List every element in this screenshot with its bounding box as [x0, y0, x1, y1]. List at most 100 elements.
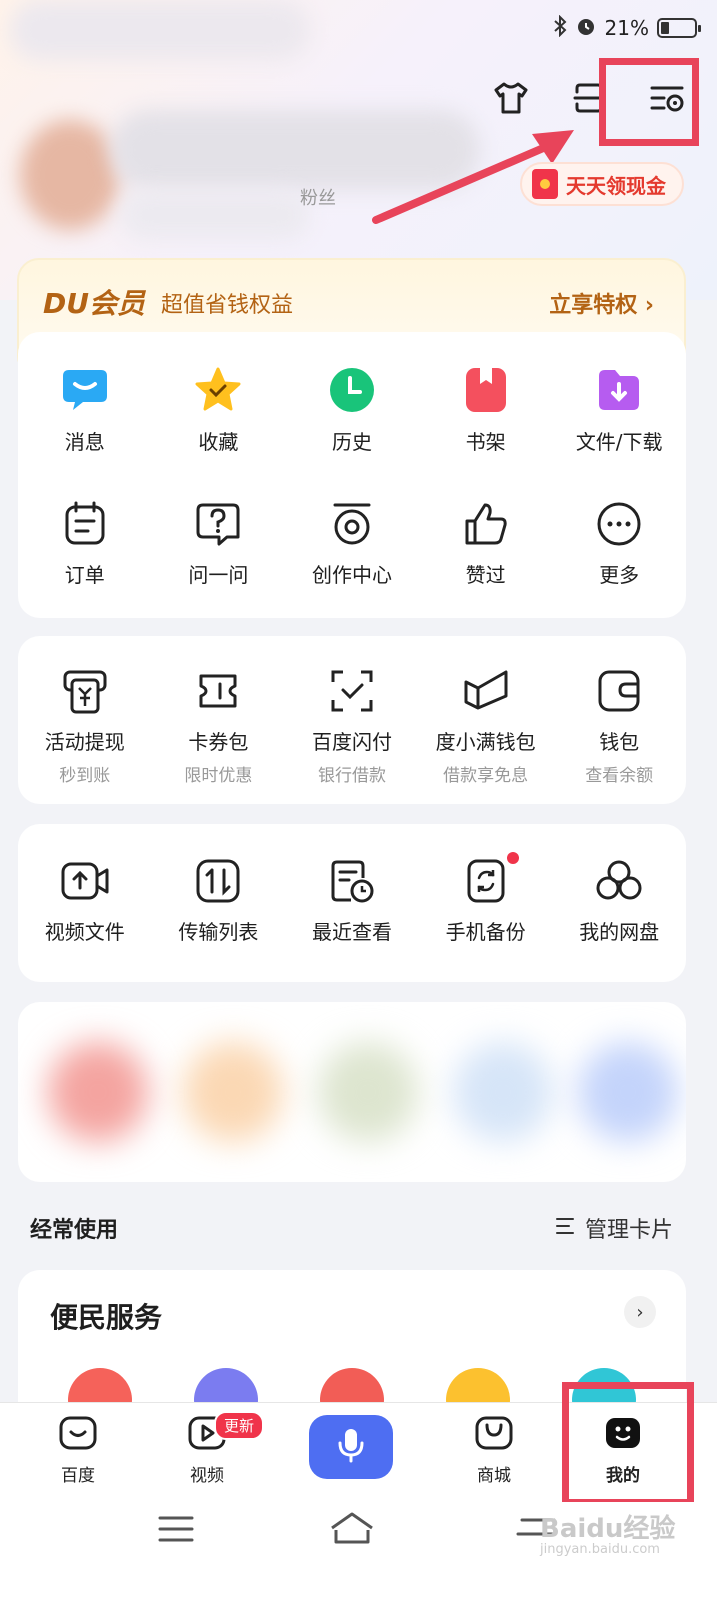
netdisk-label: 视频文件: [44, 920, 125, 944]
grid-label: 赞过: [465, 563, 506, 587]
grid-label: 文件/下载: [575, 430, 663, 454]
recent-files-icon: [329, 858, 375, 908]
watermark-url: jingyan.baidu.com: [540, 1542, 660, 1557]
battery-icon: [657, 18, 701, 38]
finance-sublabel: 秒到账: [59, 766, 111, 786]
tshirt-icon: [493, 80, 529, 120]
grid-item-more[interactable]: 更多: [552, 501, 686, 588]
grid-label: 问一问: [188, 563, 249, 587]
netdisk-item-mydisk[interactable]: 我的网盘: [552, 858, 686, 945]
netdisk-item-backup[interactable]: 手机备份: [419, 852, 553, 945]
voice-search-button[interactable]: [309, 1415, 393, 1479]
thumbs-up-icon: [463, 501, 509, 551]
phone-backup-icon: [463, 858, 509, 908]
grid-item-orders[interactable]: 订单: [18, 501, 152, 588]
star-icon: [194, 366, 242, 418]
finance-label: 度小满钱包: [435, 730, 536, 754]
grid-label: 订单: [64, 563, 105, 587]
netdisk-item-recent[interactable]: 最近查看: [285, 858, 419, 945]
netdisk-card: 视频文件 传输列表 最近查看 手机备份 我的网盘: [18, 824, 686, 982]
manage-cards-button[interactable]: 管理卡片: [555, 1212, 673, 1244]
manage-cards-label: 管理卡片: [584, 1218, 673, 1243]
folder-download-icon: [595, 366, 643, 418]
finance-item-withdraw[interactable]: 活动提现 秒到账: [18, 668, 152, 786]
fans-label: 粉丝: [300, 188, 336, 209]
cash-withdraw-icon: [62, 668, 108, 718]
finance-sublabel: 借款享免息: [443, 766, 529, 786]
finance-sublabel: 查看余额: [585, 766, 654, 786]
list-icon: [555, 1216, 575, 1241]
tab-label: 百度: [61, 1466, 95, 1486]
service-more-button[interactable]: ›: [624, 1296, 656, 1328]
ticket-icon: [195, 668, 241, 718]
grid-item-bookshelf[interactable]: 书架: [419, 366, 553, 455]
blurred-status-area: [10, 0, 310, 60]
blurred-user-info: [120, 190, 310, 240]
creator-icon: [329, 501, 375, 551]
grid-item-creator[interactable]: 创作中心: [285, 501, 419, 588]
message-icon: [61, 366, 109, 418]
bluetooth-icon: [553, 14, 567, 42]
grid-item-liked[interactable]: 赞过: [419, 501, 553, 588]
netdisk-item-transfers[interactable]: 传输列表: [152, 858, 286, 945]
wallet-icon: [596, 668, 642, 718]
netdisk-item-videos[interactable]: 视频文件: [18, 858, 152, 945]
finance-item-coupons[interactable]: 卡券包 限时优惠: [152, 668, 286, 786]
grid-item-ask[interactable]: 问一问: [152, 501, 286, 588]
netdisk-label: 我的网盘: [579, 920, 660, 944]
baidu-jingyan-watermark: Baidu经验: [540, 1514, 676, 1544]
blurred-item: [183, 1042, 283, 1142]
mine-tab-highlight-box: [562, 1382, 694, 1506]
bookshelf-icon: [462, 366, 510, 418]
recent-apps-button[interactable]: [158, 1514, 194, 1548]
settings-highlight-box: [599, 58, 699, 146]
finance-card: 活动提现 秒到账 卡券包 限时优惠 百度闪付 银行借款 度小满钱包 借款享免息: [18, 636, 686, 804]
home-button[interactable]: [328, 1510, 376, 1550]
alarm-icon: [575, 15, 597, 42]
grid-item-favorites[interactable]: 收藏: [152, 366, 286, 455]
blurred-card: [18, 1002, 686, 1182]
shopping-bag-icon: [474, 1415, 514, 1455]
finance-sublabel: 限时优惠: [184, 766, 253, 786]
finance-label: 卡券包: [188, 730, 249, 754]
quick-access-card: 消息 收藏 历史 书架 文件/下载 订单 问一问 创作中心 赞过 更多: [18, 332, 686, 618]
blurred-item: [453, 1042, 553, 1142]
status-bar: 21%: [553, 10, 701, 46]
duxiaoman-icon: [462, 668, 510, 718]
skin-button[interactable]: [481, 70, 541, 130]
finance-sublabel: 银行借款: [317, 766, 386, 786]
red-envelope-icon: [532, 169, 558, 199]
finance-label: 钱包: [599, 730, 640, 754]
transfer-icon: [195, 858, 241, 908]
blurred-item: [48, 1042, 148, 1142]
tab-baidu[interactable]: 百度: [38, 1415, 118, 1486]
tab-mall[interactable]: 商城: [454, 1415, 534, 1486]
question-icon: [195, 501, 241, 551]
grid-item-downloads[interactable]: 文件/下载: [552, 366, 686, 455]
vip-cta-link[interactable]: 立享特权 ›: [549, 287, 654, 319]
grid-item-history[interactable]: 历史: [285, 366, 419, 455]
scan-pay-icon: [329, 668, 375, 718]
baidu-home-icon: [58, 1415, 98, 1455]
update-badge: 更新: [214, 1411, 265, 1440]
home-icon: [328, 1512, 376, 1550]
daily-cash-button[interactable]: 天天领现金: [520, 162, 684, 206]
vip-subtitle: 超值省钱权益: [161, 293, 294, 318]
finance-item-wallet[interactable]: 钱包 查看余额: [552, 668, 686, 786]
finance-item-duxiaoman[interactable]: 度小满钱包 借款享免息: [419, 668, 553, 786]
grid-item-messages[interactable]: 消息: [18, 366, 152, 455]
grid-label: 更多: [599, 563, 640, 587]
finance-item-quickpay[interactable]: 百度闪付 银行借款: [285, 668, 419, 786]
grid-label: 消息: [64, 430, 105, 454]
finance-label: 活动提现: [44, 730, 125, 754]
menu-lines-icon: [158, 1516, 194, 1548]
microphone-icon: [337, 1427, 365, 1467]
finance-label: 百度闪付: [311, 730, 392, 754]
netdisk-label: 传输列表: [178, 920, 259, 944]
grid-label: 书架: [465, 430, 506, 454]
chevron-right-icon: ›: [636, 1301, 644, 1323]
video-file-icon: [60, 858, 110, 908]
battery-percent: 21%: [604, 16, 649, 40]
blurred-item: [318, 1042, 418, 1142]
more-icon: [596, 501, 642, 551]
